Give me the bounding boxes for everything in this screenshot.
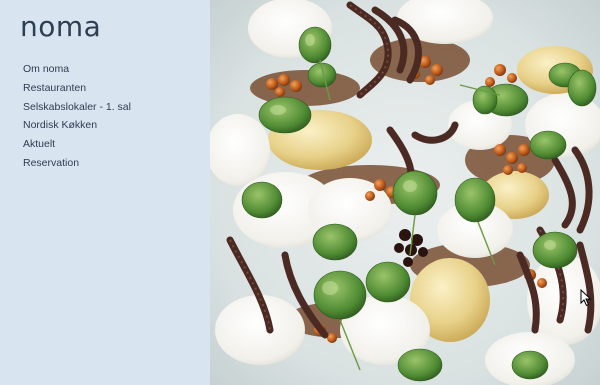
nav-item-aktuelt[interactable]: Aktuelt xyxy=(23,135,131,154)
hero-food-photo xyxy=(210,0,600,385)
nav-item-selskabslokaler[interactable]: Selskabslokaler - 1. sal xyxy=(23,98,131,117)
mouse-pointer-icon xyxy=(580,289,592,307)
main-nav: Om noma Restauranten Selskabslokaler - 1… xyxy=(23,60,131,173)
page: noma Om noma Restauranten Selskabslokale… xyxy=(0,0,600,385)
food-photo-illustration xyxy=(210,0,600,385)
sidebar: noma Om noma Restauranten Selskabslokale… xyxy=(0,0,210,385)
nav-item-reservation[interactable]: Reservation xyxy=(23,154,131,173)
noma-logo[interactable]: noma xyxy=(20,10,101,43)
nav-item-restauranten[interactable]: Restauranten xyxy=(23,79,131,98)
nav-item-nordisk-kokken[interactable]: Nordisk Køkken xyxy=(23,116,131,135)
nav-item-om-noma[interactable]: Om noma xyxy=(23,60,131,79)
